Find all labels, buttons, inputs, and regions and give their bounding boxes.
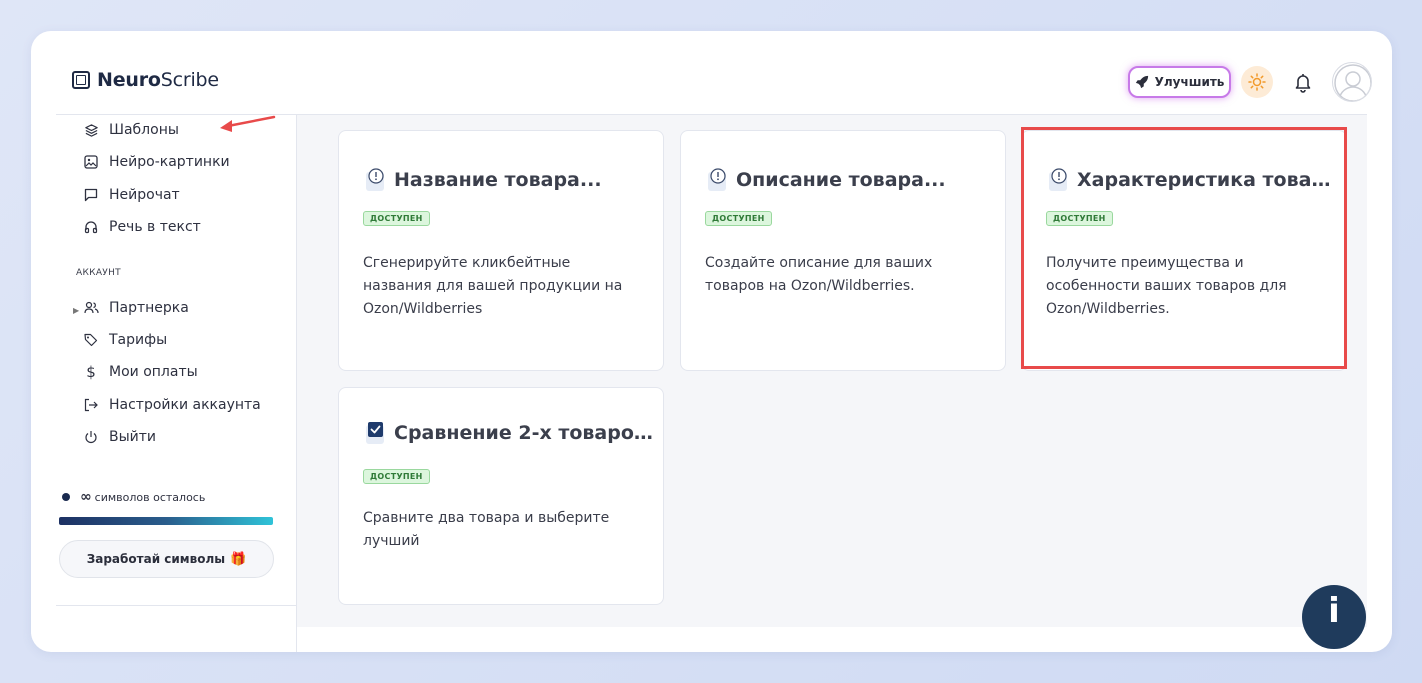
red-arrow-annotation — [220, 115, 276, 132]
card-description: Создайте описание для ваших товаров на O… — [705, 255, 933, 294]
power-icon — [83, 429, 99, 445]
card-description: Сгенерируйте кликбейтные названия для ва… — [363, 255, 623, 317]
sun-icon — [1248, 73, 1266, 91]
logo-text: NeuroScribe — [97, 69, 219, 91]
upgrade-label: Улучшить — [1154, 75, 1225, 89]
status-badge: ДОСТУПЕН — [705, 211, 772, 226]
caret-right-icon[interactable]: ▶ — [73, 306, 79, 315]
alert-badge-icon — [708, 168, 726, 191]
symbols-progress-bar — [59, 517, 273, 525]
info-icon: i — [1328, 591, 1340, 631]
symbols-text: символов осталось — [94, 490, 206, 504]
users-icon — [83, 300, 99, 316]
sidebar-item-label: Нейрочат — [109, 187, 180, 203]
top-header: NeuroScribe Улучшить — [56, 31, 1372, 115]
sidebar-item-label: Шаблоны — [109, 122, 179, 138]
logout-arrow-icon — [83, 397, 99, 413]
template-card-title[interactable]: Название товара... ДОСТУПЕН Сгенерируйте… — [338, 130, 664, 371]
sidebar-item-settings[interactable]: Настройки аккаунта — [83, 395, 261, 415]
status-dot — [62, 493, 70, 501]
tag-icon — [83, 332, 99, 348]
sidebar-item-partner[interactable]: Партнерка — [83, 298, 189, 318]
card-title: Название товара... — [394, 169, 602, 191]
sidebar-item-label: Выйти — [109, 429, 157, 445]
divider — [56, 605, 297, 606]
status-badge: ДОСТУПЕН — [363, 211, 430, 226]
theme-toggle-button[interactable] — [1241, 66, 1273, 98]
red-highlight-annotation — [1021, 127, 1347, 369]
sidebar-item-templates[interactable]: Шаблоны — [83, 120, 179, 140]
upgrade-button[interactable]: Улучшить — [1128, 66, 1231, 98]
sidebar-item-chat[interactable]: Нейрочат — [83, 185, 180, 205]
rocket-icon — [1135, 75, 1148, 89]
sidebar: Шаблоны Нейро-картинки Нейрочат Речь в т… — [56, 115, 297, 652]
card-title: Сравнение 2-х товаро... — [394, 422, 654, 444]
sidebar-item-label: Партнерка — [109, 300, 189, 316]
earn-label: Заработай символы — [86, 552, 226, 566]
alert-badge-icon — [366, 168, 384, 191]
app-window: NeuroScribe Улучшить Шаблоны Нейро-карти… — [31, 31, 1392, 652]
dollar-icon: $ — [86, 363, 96, 381]
template-card-description[interactable]: Описание товара... ДОСТУПЕН Создайте опи… — [680, 130, 1006, 371]
status-badge: ДОСТУПЕН — [363, 469, 430, 484]
headphones-icon — [83, 219, 99, 235]
bell-icon[interactable] — [1292, 71, 1314, 93]
symbols-value: ∞ — [80, 489, 92, 505]
card-title: Описание товара... — [736, 169, 946, 191]
template-card-compare[interactable]: Сравнение 2-х товаро... ДОСТУПЕН Сравнит… — [338, 387, 664, 605]
layers-icon — [83, 122, 99, 138]
account-section-label: АККАУНТ — [76, 268, 121, 278]
user-avatar[interactable] — [1332, 62, 1372, 102]
sidebar-item-label: Настройки аккаунта — [109, 397, 261, 413]
sidebar-item-label: Нейро-картинки — [109, 154, 230, 170]
logo[interactable]: NeuroScribe — [72, 69, 219, 91]
earn-symbols-button[interactable]: Заработай символы 🎁 — [59, 540, 274, 578]
sidebar-item-tariffs[interactable]: Тарифы — [83, 330, 167, 350]
sidebar-item-label: Речь в текст — [109, 219, 201, 235]
sidebar-item-label: Тарифы — [109, 332, 168, 348]
info-chat-button[interactable]: i — [1302, 585, 1366, 649]
symbols-remaining: ∞ символов осталось — [62, 489, 205, 505]
templates-grid: Название товара... ДОСТУПЕН Сгенерируйте… — [297, 115, 1367, 627]
checkbox-icon — [366, 422, 384, 444]
sidebar-item-images[interactable]: Нейро-картинки — [83, 152, 230, 172]
gift-icon: 🎁 — [230, 551, 247, 567]
sidebar-item-logout[interactable]: Выйти — [83, 427, 156, 447]
sidebar-item-payments[interactable]: $ Мои оплаты — [83, 362, 198, 382]
sidebar-item-label: Мои оплаты — [109, 364, 198, 380]
chat-icon — [83, 187, 99, 203]
image-icon — [83, 154, 99, 170]
logo-icon — [72, 71, 90, 89]
user-icon — [1334, 64, 1371, 101]
sidebar-item-speech[interactable]: Речь в текст — [83, 217, 201, 237]
card-description: Сравните два товара и выберите лучший — [363, 510, 610, 549]
